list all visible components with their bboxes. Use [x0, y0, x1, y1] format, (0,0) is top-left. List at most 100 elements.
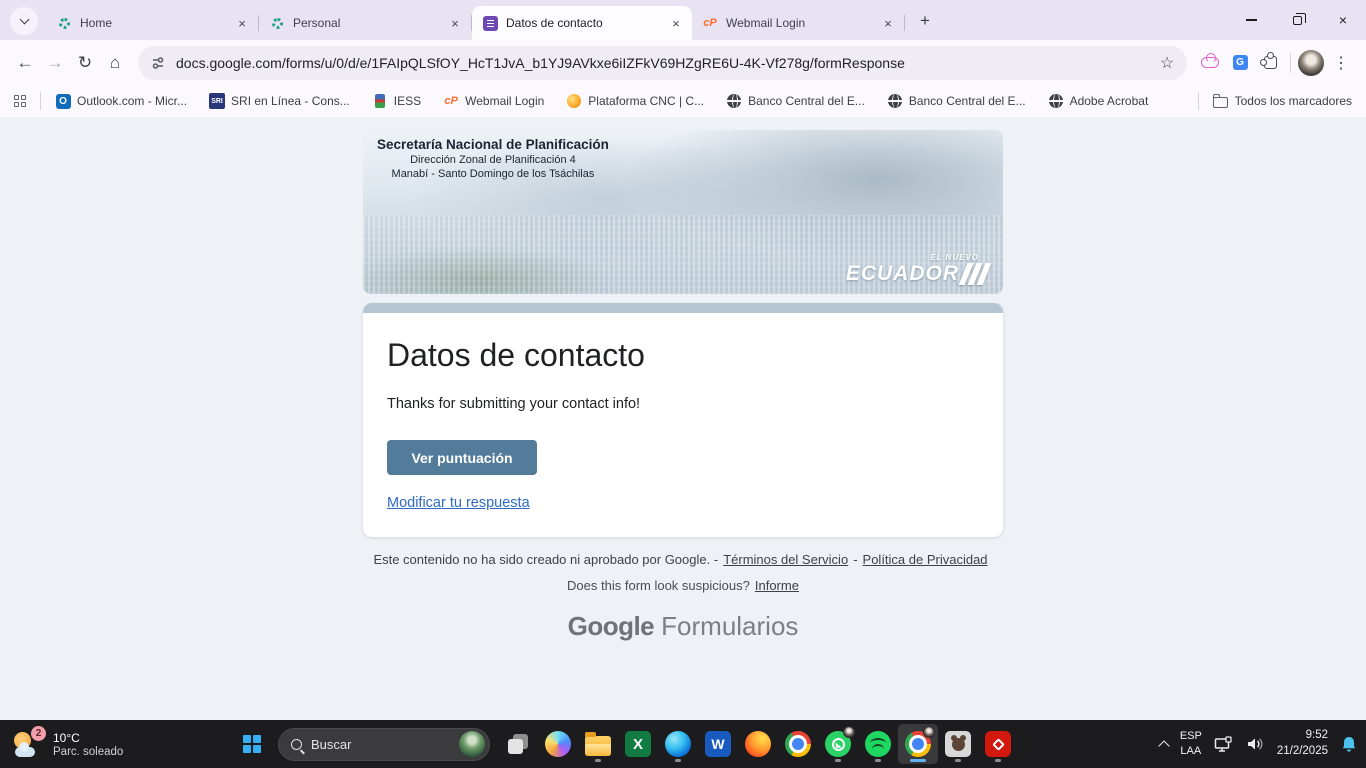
bookmarks-separator: [1198, 92, 1199, 110]
weather-extension-icon[interactable]: [1195, 48, 1225, 78]
privacy-link[interactable]: Política de Privacidad: [863, 552, 988, 567]
task-view-icon: [506, 732, 530, 756]
bookmark-banco-central-2[interactable]: Banco Central del E...: [887, 93, 1026, 109]
tab-datos-de-contacto[interactable]: Datos de contacto ×: [472, 6, 692, 40]
word-button[interactable]: W: [698, 724, 738, 764]
flower-icon: [269, 15, 285, 31]
avatar-badge: [843, 726, 855, 738]
close-icon[interactable]: ×: [880, 15, 896, 31]
close-icon[interactable]: ×: [447, 15, 463, 31]
reload-button[interactable]: ↻: [70, 48, 100, 78]
globe-icon: [887, 93, 903, 109]
apps-grid-icon[interactable]: [14, 95, 26, 107]
browser-menu-icon[interactable]: ⋮: [1326, 48, 1356, 78]
tab-home[interactable]: Home ×: [46, 6, 258, 40]
terms-link[interactable]: Términos del Servicio: [723, 552, 848, 567]
ecuador-logo: EL NUEVO ECUADOR: [846, 253, 987, 286]
globe-icon: [726, 93, 742, 109]
cpanel-icon: cP: [702, 15, 718, 31]
report-link[interactable]: Informe: [755, 578, 799, 593]
weather-widget[interactable]: 2 10°C Parc. soleado: [12, 720, 123, 768]
address-bar[interactable]: docs.google.com/forms/u/0/d/e/1FAIpQLSfO…: [138, 46, 1187, 80]
edge-button[interactable]: [658, 724, 698, 764]
tab-label: Personal: [293, 16, 441, 30]
acrobat-button[interactable]: [978, 724, 1018, 764]
close-icon[interactable]: ×: [668, 15, 684, 31]
sri-icon: SRI: [209, 93, 225, 109]
bookmarks-folder-icon: [1213, 93, 1229, 109]
site-info-icon[interactable]: [150, 55, 166, 71]
home-button[interactable]: ⌂: [100, 48, 130, 78]
search-placeholder: Buscar: [311, 737, 459, 752]
restore-button[interactable]: [1274, 0, 1320, 40]
weather-icon: 2: [12, 729, 44, 759]
notification-badge: 2: [31, 726, 46, 741]
view-score-button[interactable]: Ver puntuación: [387, 440, 537, 475]
translate-icon[interactable]: G: [1225, 48, 1255, 78]
notification-bell-icon[interactable]: [1340, 735, 1358, 754]
copilot-button[interactable]: [538, 724, 578, 764]
banner-region: Manabí - Santo Domingo de los Tsáchilas: [377, 168, 609, 180]
tab-search-button[interactable]: [10, 7, 38, 35]
copilot-icon: [545, 731, 571, 757]
forward-button[interactable]: →: [40, 48, 70, 78]
file-explorer-icon: [585, 736, 611, 756]
bookmark-iess[interactable]: IESS: [372, 93, 421, 109]
whatsapp-button[interactable]: [818, 724, 858, 764]
firefox-button[interactable]: [738, 724, 778, 764]
banner-dept: Dirección Zonal de Planificación 4: [377, 154, 609, 166]
suspicious-row: Does this form look suspicious?Informe: [0, 578, 1366, 593]
taskbar-search[interactable]: Buscar: [278, 728, 490, 761]
bookmark-outlook[interactable]: O Outlook.com - Micr...: [55, 93, 187, 109]
dbeaver-button[interactable]: [938, 724, 978, 764]
language-indicator[interactable]: ESP LAA: [1180, 729, 1202, 759]
bookmark-banco-central-1[interactable]: Banco Central del E...: [726, 93, 865, 109]
new-tab-button[interactable]: +: [911, 7, 939, 35]
network-icon[interactable]: [1214, 736, 1234, 753]
extensions-icon[interactable]: [1255, 48, 1285, 78]
form-title: Datos de contacto: [387, 337, 979, 374]
excel-button[interactable]: X: [618, 724, 658, 764]
tab-label: Datos de contacto: [506, 16, 662, 30]
footer-disclaimer: Este contenido no ha sido creado ni apro…: [373, 552, 718, 567]
start-button[interactable]: [232, 724, 272, 764]
spotify-button[interactable]: [858, 724, 898, 764]
close-window-button[interactable]: ×: [1320, 0, 1366, 40]
google-wordmark: Google: [568, 611, 655, 641]
chrome-button[interactable]: [778, 724, 818, 764]
cpanel-icon: cP: [443, 93, 459, 109]
bookmark-webmail[interactable]: cP Webmail Login: [443, 93, 544, 109]
back-button[interactable]: ←: [10, 48, 40, 78]
bookmark-label: Outlook.com - Micr...: [77, 94, 187, 108]
tab-label: Home: [80, 16, 228, 30]
chrome-active-button[interactable]: [898, 724, 938, 764]
windows-logo-icon: [243, 735, 261, 753]
bookmark-sri[interactable]: SRI SRI en Línea - Cons...: [209, 93, 350, 109]
all-bookmarks-button[interactable]: Todos los marcadores: [1213, 93, 1352, 109]
tab-personal[interactable]: Personal ×: [259, 6, 471, 40]
url-text[interactable]: docs.google.com/forms/u/0/d/e/1FAIpQLSfO…: [176, 55, 1153, 71]
minimize-icon: [1246, 19, 1257, 20]
tab-webmail-login[interactable]: cP Webmail Login ×: [692, 6, 904, 40]
edit-response-link[interactable]: Modificar tu respuesta: [387, 495, 530, 511]
window-controls: ×: [1228, 0, 1366, 40]
bookmark-adobe-acrobat[interactable]: Adobe Acrobat: [1048, 93, 1149, 109]
profile-avatar[interactable]: [1296, 48, 1326, 78]
taskbar-center: Buscar X W: [232, 724, 1018, 764]
language-line2: LAA: [1180, 744, 1202, 759]
bookmark-label: Banco Central del E...: [909, 94, 1026, 108]
close-icon[interactable]: ×: [234, 15, 250, 31]
iess-icon: [372, 93, 388, 109]
tray-chevron-icon[interactable]: [1158, 740, 1169, 751]
file-explorer-button[interactable]: [578, 724, 618, 764]
task-view-button[interactable]: [498, 724, 538, 764]
avatar-badge: [923, 726, 935, 738]
form-header-image: Secretaría Nacional de Planificación Dir…: [363, 130, 1003, 294]
globe-icon: [1048, 93, 1064, 109]
bookmark-label: Webmail Login: [465, 94, 544, 108]
minimize-button[interactable]: [1228, 0, 1274, 40]
clock[interactable]: 9:52 21/2/2025: [1277, 728, 1328, 759]
bookmark-cnc[interactable]: Plataforma CNC | C...: [566, 93, 704, 109]
volume-icon[interactable]: [1246, 736, 1265, 752]
bookmark-star-icon[interactable]: ☆: [1153, 49, 1181, 77]
